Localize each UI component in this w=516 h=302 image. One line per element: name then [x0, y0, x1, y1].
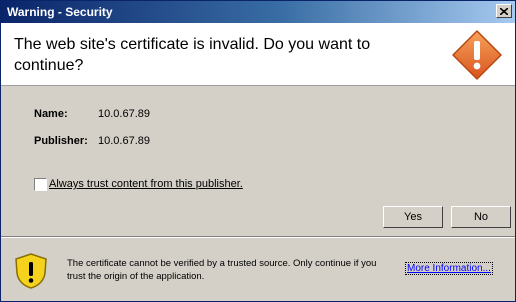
yes-button[interactable]: Yes	[383, 206, 443, 228]
always-trust-label[interactable]: Always trust content from this publisher…	[49, 178, 243, 190]
title-bar[interactable]: Warning - Security	[1, 1, 515, 23]
headline: The web site's certificate is invalid. D…	[14, 36, 371, 74]
more-information-link[interactable]: More Information...	[405, 262, 493, 275]
header-panel: The web site's certificate is invalid. D…	[1, 23, 515, 86]
warning-shield-icon	[15, 253, 47, 289]
footer-message: The certificate cannot be verified by a …	[67, 258, 377, 282]
no-button[interactable]: No	[451, 206, 511, 228]
window-title: Warning - Security	[7, 5, 113, 19]
publisher-label: Publisher:	[34, 135, 88, 147]
warning-diamond-icon	[452, 30, 502, 80]
footer-divider-highlight	[1, 237, 515, 238]
security-warning-dialog: Warning - Security The web site's certif…	[0, 0, 516, 302]
name-value: 10.0.67.89	[98, 108, 150, 120]
always-trust-label-text: Always trust content from this publisher…	[49, 178, 243, 190]
publisher-value: 10.0.67.89	[98, 135, 150, 147]
name-label: Name:	[34, 108, 68, 120]
always-trust-checkbox[interactable]	[34, 178, 47, 191]
close-icon	[500, 7, 508, 15]
close-button[interactable]	[496, 4, 512, 18]
